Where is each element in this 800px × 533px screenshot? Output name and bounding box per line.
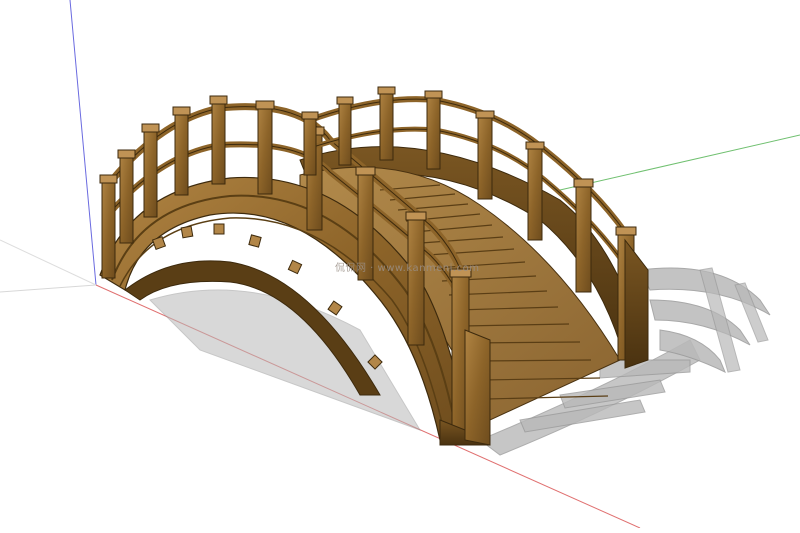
post-cap — [209, 95, 228, 105]
far-end-wall — [624, 238, 649, 369]
watermark-text: 侃侃网 · www.kanmeni.com — [335, 263, 480, 274]
post-cap — [99, 174, 118, 184]
post-cap — [405, 211, 427, 221]
arch-bolt — [248, 234, 262, 248]
railing-post — [303, 114, 317, 176]
arch-bolt — [180, 225, 194, 239]
post-cap — [172, 106, 191, 116]
post-cap — [424, 90, 443, 99]
post-cap — [355, 166, 376, 176]
railing-post — [338, 99, 352, 166]
gray-axis-line-lower — [0, 239, 97, 286]
post-cap — [573, 178, 594, 188]
arch-bolt — [287, 259, 303, 275]
gray-axis-line-left — [0, 284, 97, 293]
post-cap — [475, 110, 495, 119]
green-axis-line — [559, 134, 800, 191]
railing-post — [211, 98, 226, 185]
railing-post — [143, 126, 158, 218]
post-cap — [336, 96, 354, 105]
railing-post — [379, 89, 394, 161]
railing-post — [407, 214, 425, 346]
railing-post — [426, 93, 441, 170]
railing-post — [174, 109, 189, 196]
post-cap — [141, 123, 160, 133]
post-cap — [117, 149, 136, 159]
post-cap — [615, 226, 637, 236]
railing-post — [477, 113, 493, 200]
railing-post — [101, 177, 116, 279]
post-cap — [255, 100, 275, 110]
railing-post — [257, 103, 273, 195]
post-cap — [377, 86, 396, 95]
railing-post — [119, 152, 134, 244]
railing-post — [527, 144, 543, 241]
post-cap — [525, 141, 545, 150]
arch-bolt — [213, 223, 225, 235]
arch-bolt — [327, 300, 343, 316]
railing-post — [575, 181, 592, 293]
blue-axis-line — [69, 0, 97, 286]
post-cap — [301, 111, 319, 120]
